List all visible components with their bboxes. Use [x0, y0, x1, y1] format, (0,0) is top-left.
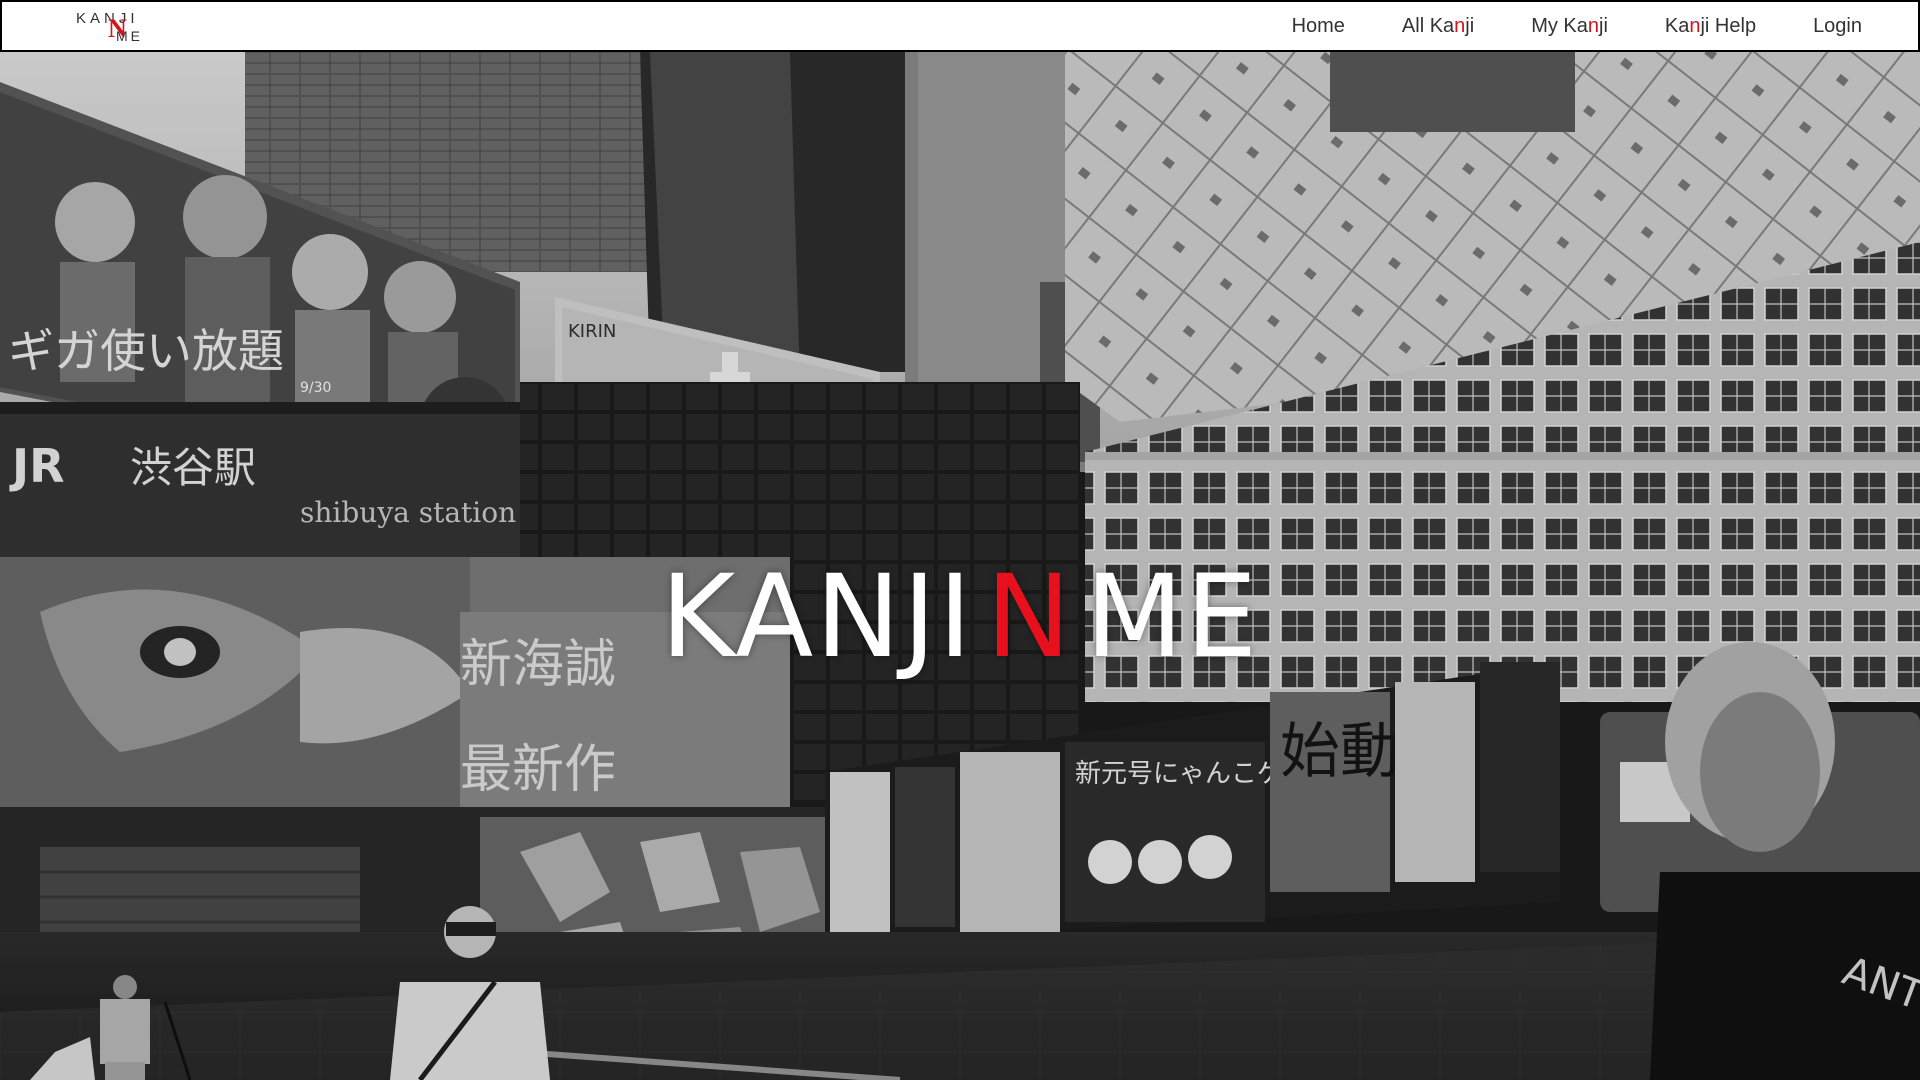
nav-all-kanji-link[interactable]: All Kanji — [1402, 15, 1474, 38]
page: KANJI N ME Home All Kanji My Kanji Kanji… — [0, 0, 1920, 1080]
nav-my-kanji-label-b: ji — [1599, 14, 1608, 37]
nav-login-link[interactable]: Login — [1813, 15, 1862, 38]
nav-menu: Home All Kanji My Kanji Kanji Help Login — [1235, 2, 1862, 50]
navbar: KANJI N ME Home All Kanji My Kanji Kanji… — [0, 0, 1920, 52]
hero-section: ギガ使い放題 9/30 KIRIN おい 熱中 対策 JR 渋谷駅 shibuy… — [0, 52, 1920, 1080]
nav-all-kanji-label-a: All Ka — [1401, 14, 1455, 37]
nav-my-kanji-link[interactable]: My Kanji — [1531, 15, 1608, 38]
logo-bottom-text: ME — [116, 28, 143, 44]
hero-title-kanji: KANJI — [660, 550, 974, 683]
nav-all-kanji-label-n: n — [1454, 14, 1466, 37]
nav-kanji-help-label-n: n — [1689, 14, 1701, 37]
nav-all-kanji-label-b: ji — [1465, 14, 1475, 37]
nav-kanji-help-label-b: ji Help — [1700, 14, 1757, 37]
nav-my-kanji-label-a: My Ka — [1531, 14, 1588, 37]
site-logo[interactable]: KANJI N ME — [76, 8, 156, 46]
nav-kanji-help-link[interactable]: Kanji Help — [1665, 15, 1756, 38]
nav-my-kanji-label-n: n — [1587, 14, 1599, 37]
hero-title-n: N — [985, 550, 1074, 683]
nav-kanji-help-label-a: Ka — [1664, 14, 1690, 37]
hero-title: KANJI N ME — [0, 560, 1920, 674]
nav-home-link[interactable]: Home — [1292, 15, 1345, 38]
hero-title-me: ME — [1085, 550, 1260, 683]
nav-home-label: Home — [1291, 14, 1345, 37]
nav-login-label: Login — [1813, 14, 1862, 37]
